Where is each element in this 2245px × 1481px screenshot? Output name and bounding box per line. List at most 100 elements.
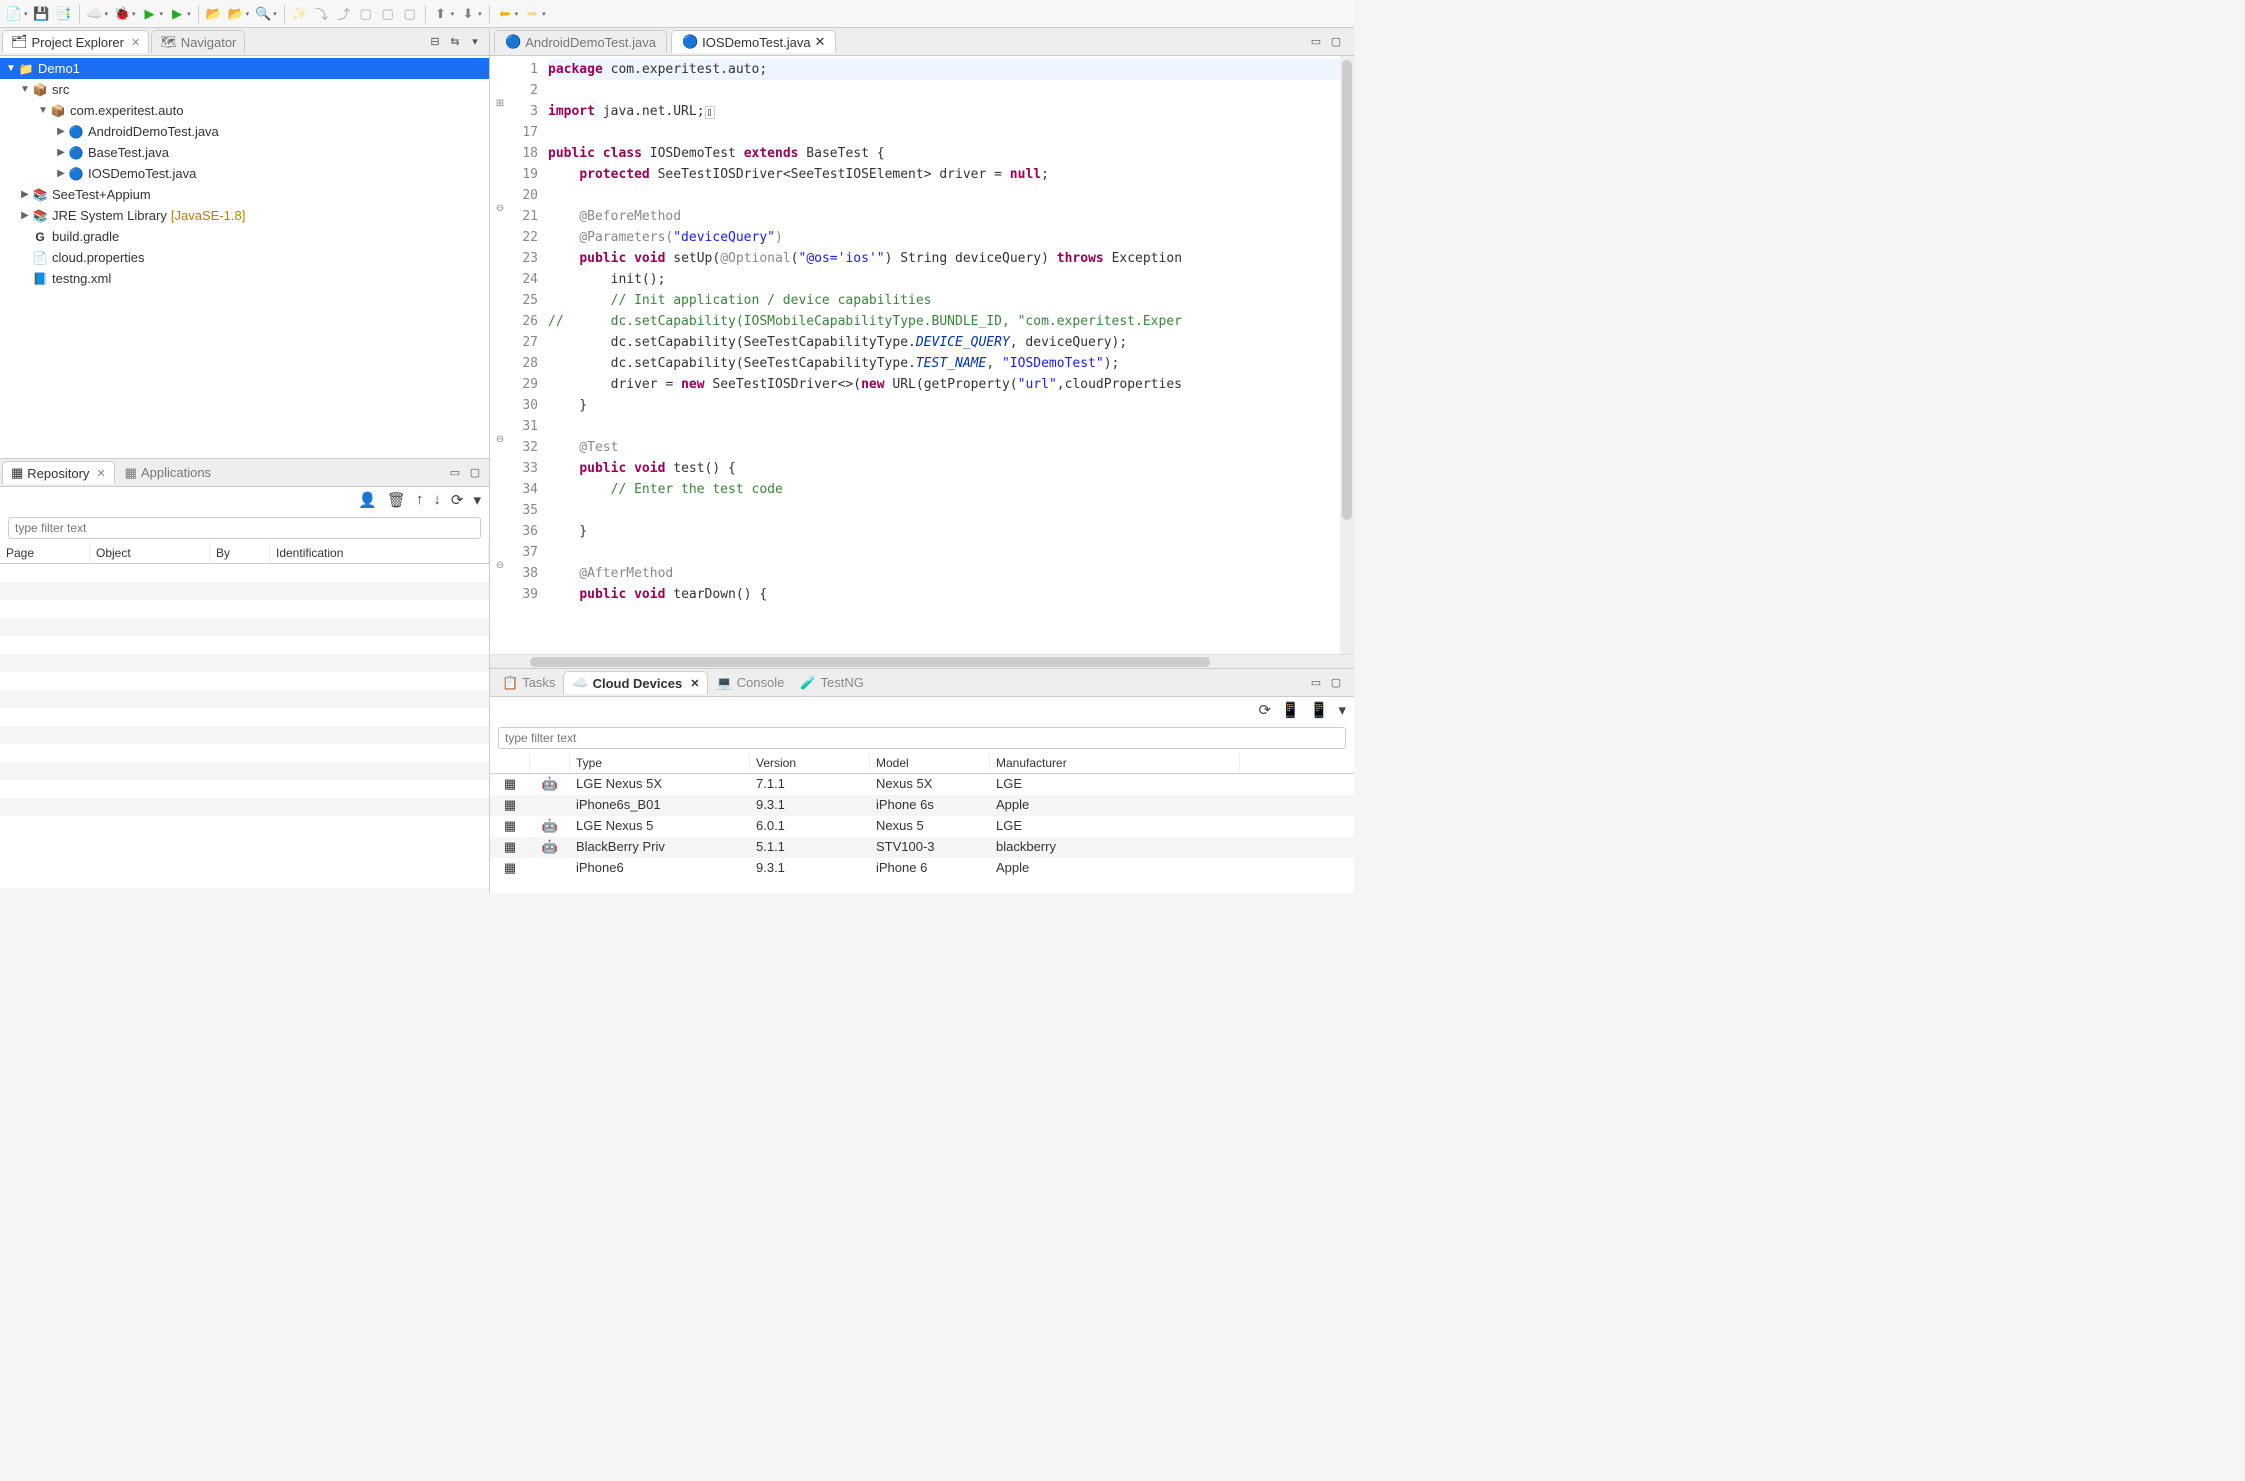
up-icon[interactable]: ↑ bbox=[416, 491, 424, 509]
gutter-mark[interactable]: ⊖ bbox=[490, 560, 510, 581]
tree-node-testng[interactable]: 📘 testng.xml bbox=[0, 268, 489, 289]
horizontal-scrollbar[interactable] bbox=[490, 654, 1354, 668]
col-page[interactable]: Page bbox=[0, 543, 90, 563]
col-model[interactable]: Model bbox=[870, 753, 990, 773]
device-icon[interactable]: 📱 bbox=[1310, 701, 1329, 719]
close-icon[interactable]: ✕ bbox=[96, 467, 105, 480]
dropdown-arrow[interactable]: ▾ bbox=[24, 10, 28, 18]
stop-icon[interactable]: ▢ bbox=[400, 4, 420, 24]
close-icon[interactable]: ✕ bbox=[131, 36, 140, 49]
tree-node-seetest[interactable]: 📚 SeeTest+Appium bbox=[0, 184, 489, 205]
dropdown-arrow[interactable]: ▾ bbox=[478, 10, 482, 18]
delete-icon[interactable]: 🗑 bbox=[387, 491, 406, 509]
col-object[interactable]: Object bbox=[90, 543, 210, 563]
dropdown-arrow[interactable]: ▾ bbox=[451, 10, 455, 18]
col-identification[interactable]: Identification bbox=[270, 543, 489, 563]
down-icon[interactable]: ↓ bbox=[433, 491, 441, 509]
forward-icon[interactable]: ➡ bbox=[522, 4, 542, 24]
run-last-icon[interactable]: ▶ bbox=[167, 4, 187, 24]
step-icon[interactable]: ⤴ bbox=[334, 4, 354, 24]
open-task-icon[interactable]: 📂 bbox=[226, 4, 246, 24]
tab-tasks[interactable]: 📋Tasks bbox=[494, 672, 563, 694]
dropdown-arrow[interactable]: ▾ bbox=[246, 10, 250, 18]
search-icon[interactable]: 🔍 bbox=[253, 4, 273, 24]
minimize-icon[interactable]: ▭ bbox=[1308, 675, 1324, 691]
cloud-icon[interactable]: ☁️ bbox=[85, 4, 105, 24]
tree-node-java-file[interactable]: 🔵 BaseTest.java bbox=[0, 142, 489, 163]
next-icon[interactable]: ⬇ bbox=[458, 4, 478, 24]
tree-node-project[interactable]: 📁 Demo1 bbox=[0, 58, 489, 79]
gutter-mark[interactable]: ⊖ bbox=[490, 434, 510, 455]
tab-testng[interactable]: 🧪TestNG bbox=[792, 672, 872, 694]
close-icon[interactable]: ✕ bbox=[690, 677, 699, 690]
col-type[interactable]: Type bbox=[570, 753, 750, 773]
save-all-icon[interactable]: 📑 bbox=[54, 4, 74, 24]
wand-icon[interactable]: ✨ bbox=[290, 4, 310, 24]
repo-filter-input[interactable] bbox=[8, 517, 481, 539]
refresh-icon[interactable]: ⟳ bbox=[1259, 701, 1272, 719]
expand-arrow-icon[interactable] bbox=[18, 210, 32, 221]
debug-icon[interactable]: 🐞 bbox=[112, 4, 132, 24]
tab-applications[interactable]: ▦ Applications bbox=[117, 462, 219, 484]
link-icon[interactable]: ⇆ bbox=[447, 34, 463, 50]
tree-node-gradle[interactable]: G build.gradle bbox=[0, 226, 489, 247]
tree-node-java-file[interactable]: 🔵 IOSDemoTest.java bbox=[0, 163, 489, 184]
minimize-icon[interactable]: ▭ bbox=[1308, 34, 1324, 50]
col-manufacturer[interactable]: Manufacturer bbox=[990, 753, 1240, 773]
dropdown-arrow[interactable]: ▾ bbox=[542, 10, 546, 18]
dropdown-arrow[interactable]: ▾ bbox=[105, 10, 109, 18]
expand-arrow-icon[interactable] bbox=[18, 84, 32, 95]
expand-arrow-icon[interactable] bbox=[54, 147, 68, 158]
tree-node-jre[interactable]: 📚 JRE System Library [JavaSE-1.8] bbox=[0, 205, 489, 226]
device-row[interactable]: ▦iPhone6s_B019.3.1iPhone 6sApple bbox=[490, 795, 1354, 816]
dropdown-arrow[interactable]: ▾ bbox=[187, 10, 191, 18]
expand-arrow-icon[interactable] bbox=[54, 168, 68, 179]
save-icon[interactable]: 💾 bbox=[32, 4, 52, 24]
tab-project-explorer[interactable]: 🗂 Project Explorer ✕ bbox=[2, 30, 149, 53]
col-by[interactable]: By bbox=[210, 543, 270, 563]
col-blank[interactable] bbox=[490, 753, 530, 773]
fold-placeholder-icon[interactable]: ▯ bbox=[705, 106, 715, 119]
tree-node-java-file[interactable]: 🔵 AndroidDemoTest.java bbox=[0, 121, 489, 142]
dropdown-arrow[interactable]: ▾ bbox=[132, 10, 136, 18]
dropdown-arrow[interactable]: ▾ bbox=[160, 10, 164, 18]
back-icon[interactable]: ⬅ bbox=[495, 4, 515, 24]
tab-cloud-devices[interactable]: ☁️Cloud Devices✕ bbox=[563, 671, 708, 694]
open-type-icon[interactable]: 📂 bbox=[204, 4, 224, 24]
stop-icon[interactable]: ▢ bbox=[356, 4, 376, 24]
col-blank[interactable] bbox=[530, 753, 570, 773]
device-row[interactable]: ▦🤖LGE Nexus 56.0.1Nexus 5LGE bbox=[490, 816, 1354, 837]
gutter-mark[interactable]: ⊖ bbox=[490, 203, 510, 224]
menu-icon[interactable]: ▾ bbox=[473, 491, 481, 509]
refresh-icon[interactable]: ⟳ bbox=[451, 491, 464, 509]
menu-icon[interactable]: ▾ bbox=[1338, 701, 1346, 719]
device-icon[interactable]: 📱 bbox=[1281, 701, 1300, 719]
tab-console[interactable]: 💻Console bbox=[708, 672, 792, 694]
editor-tab-ios[interactable]: 🔵 IOSDemoTest.java ✕ bbox=[671, 30, 836, 53]
device-row[interactable]: ▦🤖BlackBerry Priv5.1.1STV100-3blackberry bbox=[490, 837, 1354, 858]
stop-icon[interactable]: ▢ bbox=[378, 4, 398, 24]
expand-arrow-icon[interactable] bbox=[18, 189, 32, 200]
device-row[interactable]: ▦iPhone69.3.1iPhone 6Apple bbox=[490, 858, 1354, 879]
minimize-icon[interactable]: ▭ bbox=[447, 465, 463, 481]
menu-icon[interactable]: ▾ bbox=[467, 34, 483, 50]
maximize-icon[interactable]: ▢ bbox=[1328, 34, 1344, 50]
collapse-icon[interactable]: ⊟ bbox=[427, 34, 443, 50]
tab-navigator[interactable]: 🗺 Navigator bbox=[151, 30, 245, 53]
tree-node-package[interactable]: 📦 com.experitest.auto bbox=[0, 100, 489, 121]
expand-arrow-icon[interactable] bbox=[54, 126, 68, 137]
col-version[interactable]: Version bbox=[750, 753, 870, 773]
maximize-icon[interactable]: ▢ bbox=[467, 465, 483, 481]
new-icon[interactable]: 📄 bbox=[4, 4, 24, 24]
close-icon[interactable]: ✕ bbox=[815, 34, 826, 50]
tab-repository[interactable]: ▦ Repository ✕ bbox=[2, 461, 115, 484]
editor-tab-android[interactable]: 🔵 AndroidDemoTest.java bbox=[494, 30, 667, 53]
dropdown-arrow[interactable]: ▾ bbox=[515, 10, 519, 18]
maximize-icon[interactable]: ▢ bbox=[1328, 675, 1344, 691]
user-icon[interactable]: 👤 bbox=[358, 491, 377, 509]
prev-icon[interactable]: ⬆ bbox=[431, 4, 451, 24]
tree-node-cloud-props[interactable]: 📄 cloud.properties bbox=[0, 247, 489, 268]
expand-arrow-icon[interactable] bbox=[36, 105, 50, 116]
expand-arrow-icon[interactable] bbox=[4, 63, 18, 74]
run-icon[interactable]: ▶ bbox=[140, 4, 160, 24]
